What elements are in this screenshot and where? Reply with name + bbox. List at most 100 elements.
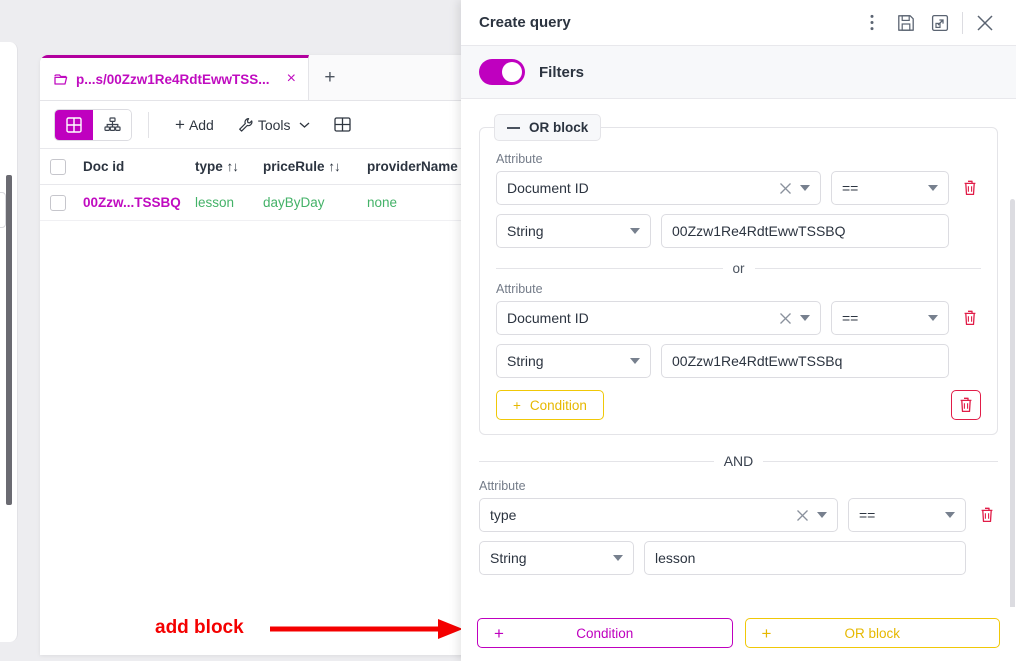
columns-button[interactable] xyxy=(322,109,363,141)
operator-select[interactable]: == xyxy=(831,171,949,205)
tools-button[interactable]: Tools xyxy=(226,109,322,141)
plus-icon: + xyxy=(175,115,185,134)
filters-toggle[interactable] xyxy=(479,59,525,85)
value-type: String xyxy=(507,223,544,239)
delete-condition-icon[interactable] xyxy=(976,507,998,523)
add-label: Add xyxy=(188,116,214,133)
tools-label: Tools xyxy=(257,116,291,133)
header-divider xyxy=(962,11,963,34)
operator-select[interactable]: == xyxy=(831,301,949,335)
add-or-block-footer-button[interactable]: + OR block xyxy=(744,618,1000,648)
minus-icon[interactable] xyxy=(507,126,520,129)
attribute-select[interactable]: Document ID xyxy=(496,301,821,335)
toolbar-divider xyxy=(148,111,149,138)
or-separator-label: or xyxy=(732,261,745,276)
expand-icon[interactable] xyxy=(923,6,957,40)
background-app: p...s/00Zzw1Re4RdtEwwTSS... × + + Add To… xyxy=(0,0,461,661)
operator-value: == xyxy=(842,310,859,326)
grid-view-icon[interactable] xyxy=(55,109,93,140)
add-button[interactable]: + Add xyxy=(163,109,226,141)
condition-row-top: Document ID == xyxy=(496,171,981,205)
chevron-down-icon[interactable] xyxy=(817,512,827,518)
value-input[interactable]: 00Zzw1Re4RdtEwwTSSBQ xyxy=(661,214,949,248)
select-all-checkbox[interactable] xyxy=(50,158,66,175)
chevron-down-icon[interactable] xyxy=(800,185,810,191)
condition-row-bottom: String lesson xyxy=(479,541,998,575)
panel-scrollbar[interactable] xyxy=(1010,199,1015,607)
value-type: String xyxy=(507,353,544,369)
add-condition-footer-button[interactable]: + Condition xyxy=(477,618,733,648)
delete-or-block-button[interactable] xyxy=(951,390,981,420)
column-header-doc-id[interactable]: Doc id xyxy=(83,159,195,174)
clear-icon[interactable] xyxy=(779,182,792,195)
and-separator: AND xyxy=(479,453,998,469)
value-type-select[interactable]: String xyxy=(496,344,651,378)
attribute-value: type xyxy=(490,507,517,523)
sort-icon[interactable]: ↑↓ xyxy=(328,159,340,174)
and-separator-label: AND xyxy=(723,453,754,469)
tab-label: p...s/00Zzw1Re4RdtEwwTSS... xyxy=(76,71,270,87)
tab-close-icon[interactable]: × xyxy=(287,70,296,88)
value-input[interactable]: 00Zzw1Re4RdtEwwTSSBq xyxy=(661,344,949,378)
cell-provider-name: none xyxy=(367,195,398,210)
filters-label: Filters xyxy=(539,63,585,81)
close-icon[interactable] xyxy=(968,6,1002,40)
add-condition-button[interactable]: + Condition xyxy=(496,390,604,420)
panel-header: Create query xyxy=(461,0,1016,45)
plus-icon: + xyxy=(513,397,521,413)
rail-scrollbar[interactable] xyxy=(6,175,12,505)
plus-icon: + xyxy=(761,623,772,643)
operator-value: == xyxy=(859,507,876,523)
chevron-down-icon[interactable] xyxy=(630,358,640,364)
chevron-down-icon xyxy=(299,121,310,129)
value-input[interactable]: lesson xyxy=(644,541,966,575)
more-options-icon[interactable] xyxy=(855,6,889,40)
sort-icon[interactable]: ↑↓ xyxy=(227,159,239,174)
new-tab-button[interactable]: + xyxy=(309,55,351,100)
attribute-label: Attribute xyxy=(479,479,526,493)
chevron-down-icon[interactable] xyxy=(630,228,640,234)
panel-body: OR block Attribute Document ID == String… xyxy=(461,99,1016,607)
operator-select[interactable]: == xyxy=(848,498,966,532)
chevron-down-icon[interactable] xyxy=(800,315,810,321)
table-row[interactable]: 00Zzw...TSSBQ lesson dayByDay none xyxy=(40,185,461,221)
or-block-header[interactable]: OR block xyxy=(494,114,602,141)
column-header-provider-name[interactable]: providerName xyxy=(367,159,461,174)
wrench-icon xyxy=(238,117,254,133)
cell-price-rule: dayByDay xyxy=(263,195,325,210)
column-header-price-rule[interactable]: priceRule ↑↓ xyxy=(263,159,367,174)
save-icon[interactable] xyxy=(889,6,923,40)
cell-doc-id[interactable]: 00Zzw...TSSBQ xyxy=(83,195,195,210)
value-type: String xyxy=(490,550,527,566)
work-area: p...s/00Zzw1Re4RdtEwwTSS... × + + Add To… xyxy=(40,55,461,655)
columns-icon xyxy=(333,116,351,133)
chevron-down-icon[interactable] xyxy=(928,185,938,191)
or-block-label: OR block xyxy=(529,120,589,135)
chevron-down-icon[interactable] xyxy=(928,315,938,321)
cell-type: lesson xyxy=(195,195,235,210)
toolbar: + Add Tools xyxy=(40,101,461,149)
row-checkbox[interactable] xyxy=(50,194,66,211)
chevron-down-icon[interactable] xyxy=(945,512,955,518)
document-tab[interactable]: p...s/00Zzw1Re4RdtEwwTSS... × xyxy=(40,55,309,100)
clear-icon[interactable] xyxy=(779,312,792,325)
add-condition-label: Condition xyxy=(529,397,587,413)
add-or-block-footer-label: OR block xyxy=(844,625,901,641)
value-type-select[interactable]: String xyxy=(479,541,634,575)
column-header-type[interactable]: type ↑↓ xyxy=(195,159,263,174)
annotation-label: add block xyxy=(155,617,244,638)
tree-view-icon[interactable] xyxy=(93,109,131,140)
attribute-select[interactable]: Document ID xyxy=(496,171,821,205)
documents-table: Doc id type ↑↓ priceRule ↑↓ providerName… xyxy=(40,149,461,221)
app-root: p...s/00Zzw1Re4RdtEwwTSS... × + + Add To… xyxy=(0,0,1016,661)
panel-title: Create query xyxy=(479,14,571,31)
delete-condition-icon[interactable] xyxy=(959,310,981,326)
value-type-select[interactable]: String xyxy=(496,214,651,248)
delete-condition-icon[interactable] xyxy=(959,180,981,196)
attribute-select[interactable]: type xyxy=(479,498,838,532)
chevron-down-icon[interactable] xyxy=(613,555,623,561)
condition-row-top: type == xyxy=(479,498,998,532)
clear-icon[interactable] xyxy=(796,509,809,522)
condition-group: Attribute Document ID == String 00Zzw1Re… xyxy=(496,282,981,378)
operator-value: == xyxy=(842,180,859,196)
